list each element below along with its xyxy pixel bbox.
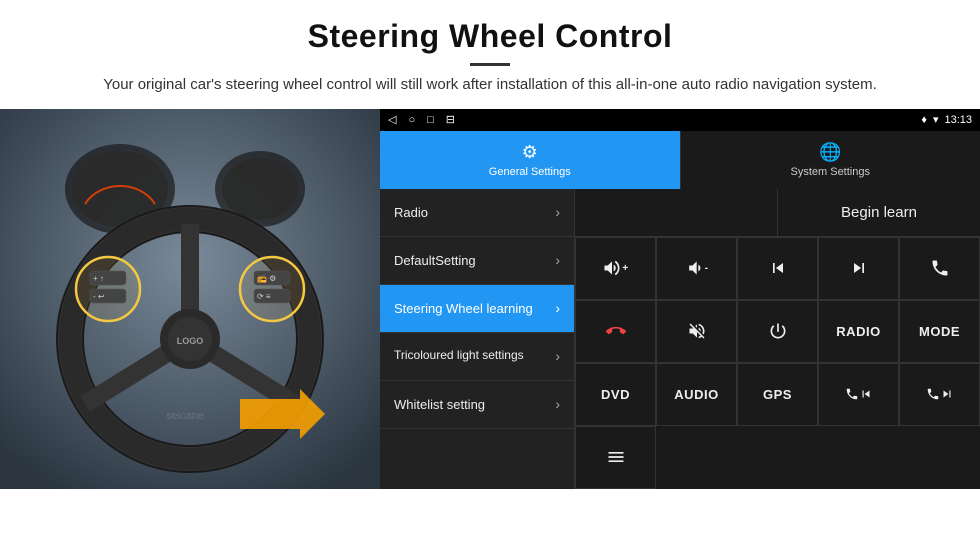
vol-down-label: - (705, 263, 709, 274)
menu-panel: Radio › DefaultSetting › Steering Wheel … (380, 189, 575, 489)
power-button[interactable] (737, 300, 818, 363)
gps-button[interactable]: GPS (737, 363, 818, 426)
home-icon[interactable]: ○ (408, 114, 415, 126)
dvd-label: DVD (601, 387, 630, 402)
chevron-icon-default: › (555, 252, 560, 268)
audio-button[interactable]: AUDIO (656, 363, 737, 426)
clock: 13:13 (944, 114, 972, 126)
car-image: LOGO + ↑ - ↩ 📻 ⚙ ⟳ ≡ seicane (0, 109, 380, 489)
menu-steering-label: Steering Wheel learning (394, 301, 555, 316)
signal-icon: ▾ (933, 113, 939, 126)
menu-default-label: DefaultSetting (394, 253, 555, 268)
phone-prev-button[interactable] (818, 363, 899, 426)
list-button[interactable] (575, 426, 656, 489)
title-divider (470, 63, 510, 66)
phone-answer-button[interactable] (899, 237, 980, 300)
chevron-icon-tricolour: › (555, 348, 560, 364)
tab-system-settings[interactable]: 🌐 System Settings (680, 131, 980, 189)
svg-text:+ ↑: + ↑ (93, 274, 104, 283)
page-title: Steering Wheel Control (40, 18, 940, 55)
top-row-left-empty (575, 189, 778, 236)
svg-text:- ↩: - ↩ (93, 292, 105, 301)
menu-item-whitelist[interactable]: Whitelist setting › (380, 381, 574, 429)
main-content: LOGO + ↑ - ↩ 📻 ⚙ ⟳ ≡ seicane (0, 109, 980, 489)
status-bar: ◁ ○ □ ⊟ ♦ ▾ 13:13 (380, 109, 980, 131)
vol-up-label: + (622, 263, 628, 274)
menu-item-tricolour[interactable]: Tricoloured light settings › (380, 333, 574, 381)
begin-learn-button[interactable]: Begin learn (778, 189, 980, 236)
chevron-icon-radio: › (555, 204, 560, 220)
chevron-icon-whitelist: › (555, 396, 560, 412)
tab-general-settings[interactable]: ⚙ General Settings (380, 131, 680, 189)
audio-label: AUDIO (674, 387, 718, 402)
svg-text:seicane: seicane (166, 410, 204, 422)
vol-down-button[interactable]: - (656, 237, 737, 300)
svg-text:LOGO: LOGO (177, 336, 204, 346)
page-header: Steering Wheel Control Your original car… (0, 0, 980, 109)
tab-system-label: System Settings (791, 166, 870, 178)
next-track-button[interactable] (818, 237, 899, 300)
menu-item-default[interactable]: DefaultSetting › (380, 237, 574, 285)
mode-button[interactable]: MODE (899, 300, 980, 363)
menu-whitelist-label: Whitelist setting (394, 397, 555, 412)
menu-icon[interactable]: ⊟ (446, 113, 455, 126)
mode-label: MODE (919, 324, 960, 339)
system-settings-icon: 🌐 (819, 142, 841, 163)
radio-label: RADIO (836, 324, 880, 339)
chevron-icon-steering: › (555, 300, 560, 316)
dvd-button[interactable]: DVD (575, 363, 656, 426)
status-bar-nav: ◁ ○ □ ⊟ (388, 113, 455, 126)
tab-general-label: General Settings (489, 166, 571, 178)
top-row: Begin learn (575, 189, 980, 237)
page-subtitle: Your original car's steering wheel contr… (40, 74, 940, 97)
phone-next-button[interactable] (899, 363, 980, 426)
vol-up-button[interactable]: + (575, 237, 656, 300)
status-bar-info: ♦ ▾ 13:13 (921, 113, 972, 126)
right-panel: Begin learn + - (575, 189, 980, 489)
steering-wheel-svg: LOGO + ↑ - ↩ 📻 ⚙ ⟳ ≡ seicane (0, 109, 380, 489)
svg-text:📻 ⚙: 📻 ⚙ (257, 274, 276, 283)
content-area: Radio › DefaultSetting › Steering Wheel … (380, 189, 980, 489)
button-grid: + - (575, 237, 980, 489)
general-settings-icon: ⚙ (522, 142, 538, 163)
location-icon: ♦ (921, 114, 927, 126)
mute-button[interactable] (656, 300, 737, 363)
radio-button[interactable]: RADIO (818, 300, 899, 363)
begin-learn-label: Begin learn (841, 204, 917, 221)
hang-up-button[interactable] (575, 300, 656, 363)
prev-track-button[interactable] (737, 237, 818, 300)
menu-item-radio[interactable]: Radio › (380, 189, 574, 237)
menu-radio-label: Radio (394, 205, 555, 220)
android-ui: ◁ ○ □ ⊟ ♦ ▾ 13:13 ⚙ General Settings 🌐 S… (380, 109, 980, 489)
tab-bar: ⚙ General Settings 🌐 System Settings (380, 131, 980, 189)
svg-text:⟳ ≡: ⟳ ≡ (257, 292, 271, 301)
menu-item-steering[interactable]: Steering Wheel learning › (380, 285, 574, 333)
menu-tricolour-label: Tricoloured light settings (394, 348, 555, 364)
back-icon[interactable]: ◁ (388, 113, 396, 126)
recents-icon[interactable]: □ (427, 114, 434, 126)
gps-label: GPS (763, 387, 792, 402)
